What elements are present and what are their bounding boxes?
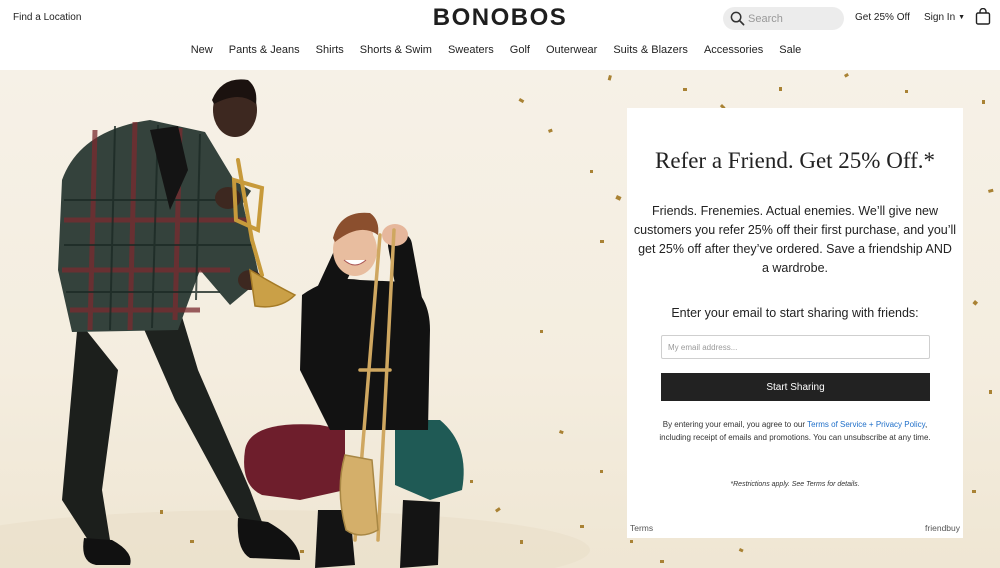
referral-description: Friends. Frenemies. Actual enemies. We’l… <box>633 204 957 275</box>
nav-sweaters[interactable]: Sweaters <box>448 44 494 56</box>
search-placeholder: Search <box>748 12 783 25</box>
referral-title: Refer a Friend. Get 25% Off.* <box>655 148 935 173</box>
friendbuy-link[interactable]: friendbuy <box>925 523 960 533</box>
start-sharing-button[interactable]: Start Sharing <box>661 373 930 401</box>
get-25-off-link[interactable]: Get 25% Off <box>855 12 910 23</box>
nav-new[interactable]: New <box>191 44 213 56</box>
bonobos-logo[interactable]: BONOBOS <box>433 4 568 31</box>
nav-pants-jeans[interactable]: Pants & Jeans <box>229 44 300 56</box>
main-nav: New Pants & Jeans Shirts Shorts & Swim S… <box>0 44 1000 56</box>
sign-in-label: Sign In <box>924 12 956 23</box>
search-box[interactable]: Search <box>723 7 844 30</box>
nav-sale[interactable]: Sale <box>779 44 801 56</box>
nav-accessories[interactable]: Accessories <box>704 44 763 56</box>
nav-outerwear[interactable]: Outerwear <box>546 44 597 56</box>
search-icon <box>729 11 745 27</box>
nav-suits-blazers[interactable]: Suits & Blazers <box>613 44 688 56</box>
logo-wrap: BONOBOS <box>0 4 1000 32</box>
sign-in-menu[interactable]: Sign In ▼ <box>924 12 965 23</box>
caret-down-icon: ▼ <box>958 14 966 21</box>
restrictions-note: *Restrictions apply. See Terms for detai… <box>730 481 860 488</box>
email-prompt: Enter your email to start sharing with f… <box>671 306 919 320</box>
legal-notice: By entering your email, you agree to our… <box>651 418 939 444</box>
shopping-bag-icon[interactable] <box>975 7 991 25</box>
nav-shirts[interactable]: Shirts <box>316 44 344 56</box>
terms-link[interactable]: Terms <box>630 523 653 533</box>
nav-golf[interactable]: Golf <box>510 44 530 56</box>
email-input[interactable] <box>661 335 930 359</box>
legal-text-before: By entering your email, you agree to our <box>662 420 808 429</box>
find-location-link[interactable]: Find a Location <box>13 12 81 23</box>
terms-privacy-link[interactable]: Terms of Service + Privacy Policy <box>807 420 925 429</box>
site-header: Find a Location BONOBOS Search Get 25% O… <box>0 0 1000 70</box>
referral-card: Refer a Friend. Get 25% Off.* Friends. F… <box>627 108 963 538</box>
nav-shorts-swim[interactable]: Shorts & Swim <box>360 44 432 56</box>
